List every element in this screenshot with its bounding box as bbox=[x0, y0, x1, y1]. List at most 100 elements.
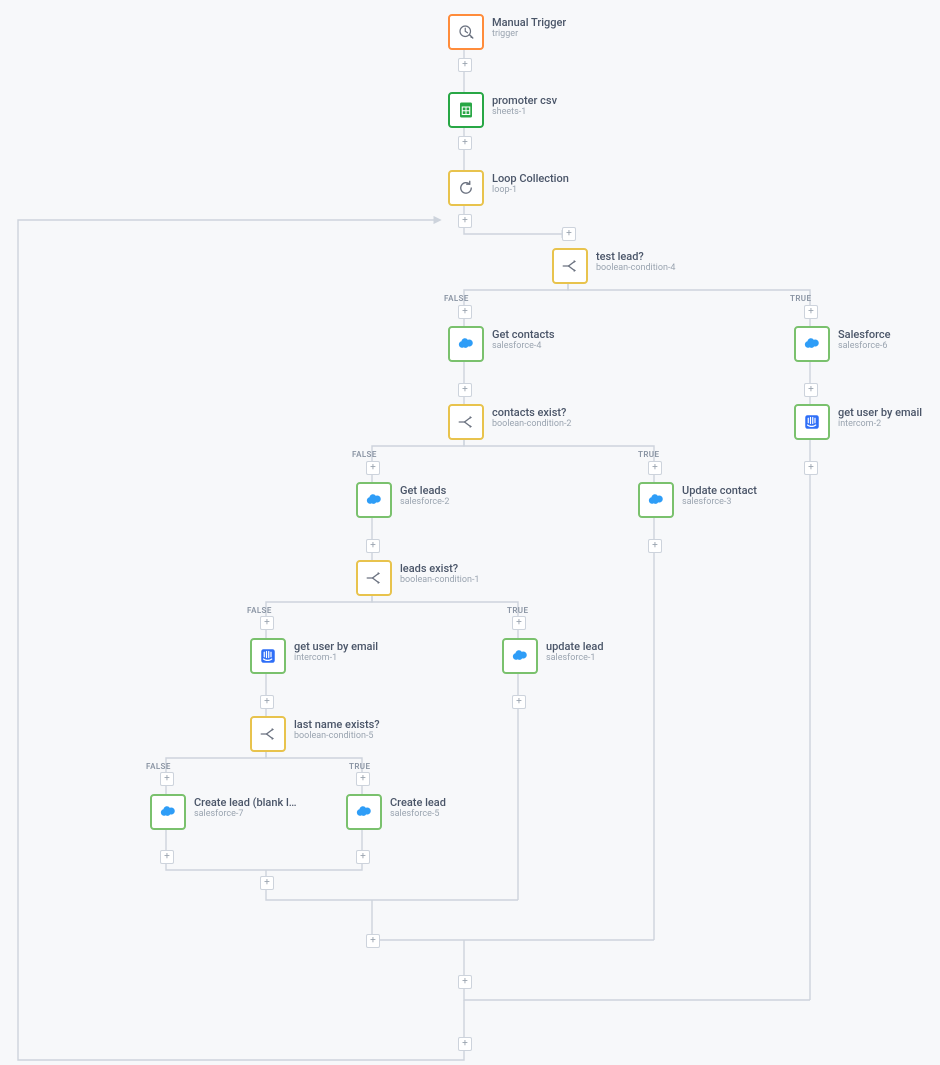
branch-label-lastname_true: TRUE bbox=[349, 762, 370, 771]
sf-icon bbox=[356, 482, 392, 518]
node-label-wrap: Get leadssalesforce-2 bbox=[400, 482, 449, 508]
node-cond_contacts[interactable]: contacts exist?boolean-condition-2 bbox=[448, 404, 572, 440]
node-subtitle: boolean-condition-5 bbox=[294, 731, 380, 742]
add-step-button[interactable] bbox=[458, 58, 472, 72]
add-step-button[interactable] bbox=[804, 461, 818, 475]
node-sf_updatecontact[interactable]: Update contactsalesforce-3 bbox=[638, 482, 757, 518]
node-cond_leads[interactable]: leads exist?boolean-condition-1 bbox=[356, 560, 480, 596]
node-subtitle: salesforce-7 bbox=[194, 809, 297, 820]
node-cond_lastname[interactable]: last name exists?boolean-condition-5 bbox=[250, 716, 380, 752]
node-label-wrap: Update contactsalesforce-3 bbox=[682, 482, 757, 508]
node-cond_test[interactable]: test lead?boolean-condition-4 bbox=[552, 248, 676, 284]
node-sf_getleads[interactable]: Get leadssalesforce-2 bbox=[356, 482, 449, 518]
add-step-button[interactable] bbox=[366, 539, 380, 553]
add-step-button[interactable] bbox=[512, 616, 526, 630]
add-step-button[interactable] bbox=[458, 305, 472, 319]
add-step-button[interactable] bbox=[260, 876, 274, 890]
node-label-wrap: leads exist?boolean-condition-1 bbox=[400, 560, 480, 586]
node-subtitle: trigger bbox=[492, 29, 566, 40]
node-label-wrap: Salesforcesalesforce-6 bbox=[838, 326, 891, 352]
branch-icon bbox=[448, 404, 484, 440]
node-title: leads exist? bbox=[400, 562, 480, 575]
node-sheets[interactable]: promoter csvsheets-1 bbox=[448, 92, 557, 128]
intercom-icon bbox=[250, 638, 286, 674]
node-title: Update contact bbox=[682, 484, 757, 497]
node-subtitle: salesforce-1 bbox=[546, 653, 604, 664]
node-subtitle: salesforce-4 bbox=[492, 341, 555, 352]
branch-label-testlead_true: TRUE bbox=[790, 294, 811, 303]
add-step-button[interactable] bbox=[260, 616, 274, 630]
node-title: test lead? bbox=[596, 250, 676, 263]
node-label-wrap: update leadsalesforce-1 bbox=[546, 638, 604, 664]
branch-label-contacts_false: FALSE bbox=[352, 450, 377, 459]
node-title: Get contacts bbox=[492, 328, 555, 341]
node-sf_getcontacts[interactable]: Get contactssalesforce-4 bbox=[448, 326, 555, 362]
sf-icon bbox=[150, 794, 186, 830]
node-intercom_right[interactable]: get user by emailintercom-2 bbox=[794, 404, 922, 440]
node-loop[interactable]: Loop Collectionloop-1 bbox=[448, 170, 569, 206]
node-sf_createblank[interactable]: Create lead (blank l…salesforce-7 bbox=[150, 794, 297, 830]
add-step-button[interactable] bbox=[458, 383, 472, 397]
node-label-wrap: get user by emailintercom-1 bbox=[294, 638, 378, 664]
branch-icon bbox=[250, 716, 286, 752]
add-step-button[interactable] bbox=[160, 772, 174, 786]
node-subtitle: salesforce-5 bbox=[390, 809, 446, 820]
sf-icon bbox=[794, 326, 830, 362]
branch-label-leads_false: FALSE bbox=[247, 606, 272, 615]
add-step-button[interactable] bbox=[366, 461, 380, 475]
intercom-icon bbox=[794, 404, 830, 440]
node-label-wrap: promoter csvsheets-1 bbox=[492, 92, 557, 118]
add-step-button[interactable] bbox=[804, 305, 818, 319]
node-sf_updatelead[interactable]: update leadsalesforce-1 bbox=[502, 638, 604, 674]
node-sf_true_right[interactable]: Salesforcesalesforce-6 bbox=[794, 326, 891, 362]
add-step-button[interactable] bbox=[458, 136, 472, 150]
node-subtitle: boolean-condition-4 bbox=[596, 263, 676, 274]
add-step-button[interactable] bbox=[356, 772, 370, 786]
add-step-button[interactable] bbox=[458, 1037, 472, 1051]
node-subtitle: sheets-1 bbox=[492, 107, 557, 118]
node-subtitle: intercom-2 bbox=[838, 419, 922, 430]
node-subtitle: salesforce-2 bbox=[400, 497, 449, 508]
node-title: Get leads bbox=[400, 484, 449, 497]
node-title: get user by email bbox=[294, 640, 378, 653]
node-title: Manual Trigger bbox=[492, 16, 566, 29]
node-intercom_left[interactable]: get user by emailintercom-1 bbox=[250, 638, 378, 674]
sf-icon bbox=[346, 794, 382, 830]
node-label-wrap: Loop Collectionloop-1 bbox=[492, 170, 569, 196]
branch-icon bbox=[356, 560, 392, 596]
sf-icon bbox=[638, 482, 674, 518]
sheets-icon bbox=[448, 92, 484, 128]
add-step-button[interactable] bbox=[648, 539, 662, 553]
workflow-canvas[interactable]: Manual Triggertrigger promoter csvsheets-… bbox=[0, 0, 940, 1065]
add-step-button[interactable] bbox=[648, 461, 662, 475]
add-step-button[interactable] bbox=[804, 383, 818, 397]
node-label-wrap: Create leadsalesforce-5 bbox=[390, 794, 446, 820]
branch-label-contacts_true: TRUE bbox=[638, 450, 659, 459]
add-step-button[interactable] bbox=[160, 850, 174, 864]
add-step-button[interactable] bbox=[458, 975, 472, 989]
sf-icon bbox=[502, 638, 538, 674]
node-title: Salesforce bbox=[838, 328, 891, 341]
node-label-wrap: test lead?boolean-condition-4 bbox=[596, 248, 676, 274]
node-subtitle: boolean-condition-2 bbox=[492, 419, 572, 430]
branch-icon bbox=[552, 248, 588, 284]
node-title: update lead bbox=[546, 640, 604, 653]
node-label-wrap: Get contactssalesforce-4 bbox=[492, 326, 555, 352]
node-trigger[interactable]: Manual Triggertrigger bbox=[448, 14, 566, 50]
connector-layer bbox=[0, 0, 940, 1065]
node-title: contacts exist? bbox=[492, 406, 572, 419]
node-sf_createlead[interactable]: Create leadsalesforce-5 bbox=[346, 794, 446, 830]
node-subtitle: salesforce-6 bbox=[838, 341, 891, 352]
add-step-button[interactable] bbox=[512, 695, 526, 709]
node-title: promoter csv bbox=[492, 94, 557, 107]
loop-icon bbox=[448, 170, 484, 206]
add-step-button[interactable] bbox=[562, 227, 576, 241]
add-step-button[interactable] bbox=[260, 695, 274, 709]
add-step-button[interactable] bbox=[366, 934, 380, 948]
node-subtitle: loop-1 bbox=[492, 185, 569, 196]
add-step-button[interactable] bbox=[458, 214, 472, 228]
add-step-button[interactable] bbox=[356, 850, 370, 864]
node-label-wrap: contacts exist?boolean-condition-2 bbox=[492, 404, 572, 430]
node-label-wrap: get user by emailintercom-2 bbox=[838, 404, 922, 430]
node-title: Create lead bbox=[390, 796, 446, 809]
